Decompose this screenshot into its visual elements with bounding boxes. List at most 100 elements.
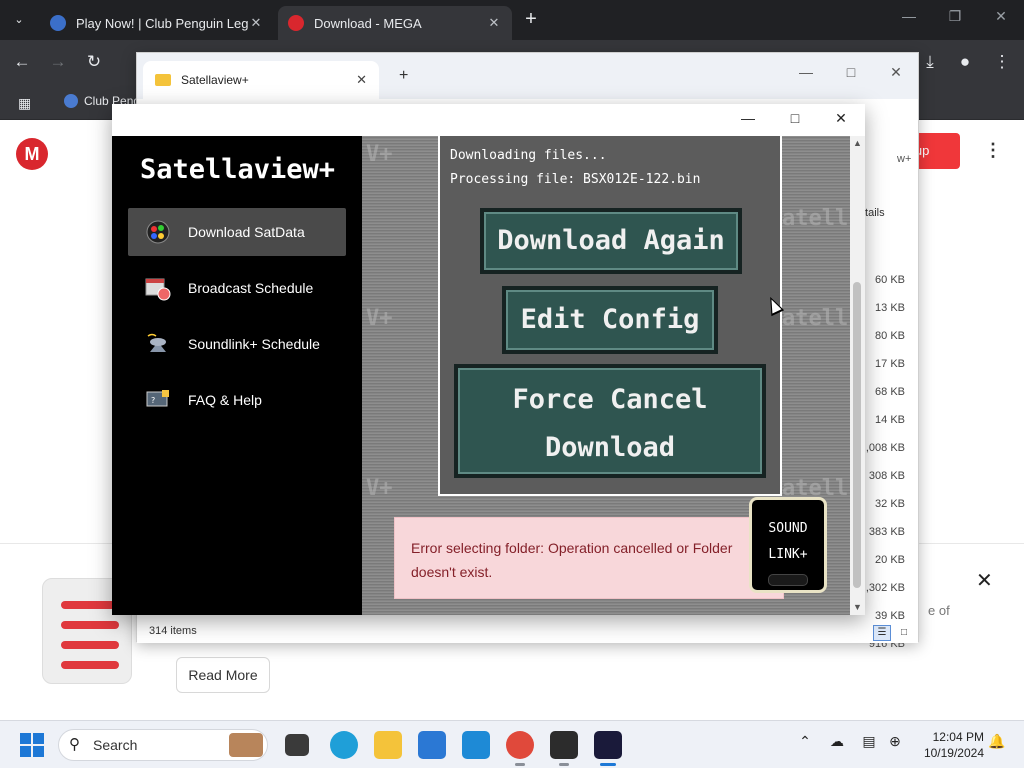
scrollbar[interactable]: ▲ ▼ [850, 136, 865, 615]
read-more-button[interactable]: Read More [176, 657, 270, 693]
search-icon: ⚲ [69, 736, 80, 753]
force-cancel-download-button[interactable]: Force Cancel Download [454, 364, 766, 478]
cloud-offline-icon[interactable]: ☁ [826, 733, 848, 750]
nav-faq-help[interactable]: ? FAQ & Help [128, 376, 346, 424]
minimize-icon[interactable]: — [736, 110, 760, 126]
cartridge-slot-icon [768, 574, 808, 586]
penguin-icon [64, 94, 78, 108]
edge-icon[interactable] [330, 731, 358, 759]
download-again-button[interactable]: Download Again [480, 208, 742, 274]
watermark-logo: V+ [366, 306, 393, 331]
file-explorer-icon[interactable] [374, 731, 402, 759]
grid-icon[interactable]: ▦ [18, 95, 31, 112]
explorer-tab[interactable]: Satellaview+ ✕ [143, 61, 379, 99]
log-line: Downloading files... [450, 148, 607, 163]
profile-icon[interactable]: ● [953, 52, 977, 72]
chevron-down-icon[interactable]: ⌄ [6, 8, 32, 32]
chevron-up-icon[interactable]: ⌃ [794, 733, 816, 750]
details-view-icon[interactable]: ☰ [873, 625, 891, 641]
reload-icon[interactable]: ↻ [83, 52, 105, 72]
tab-title: Download - MEGA [314, 15, 422, 31]
download-panel: Downloading files... Processing file: BS… [438, 136, 782, 496]
close-icon[interactable]: ✕ [829, 110, 853, 127]
scroll-up-icon[interactable]: ▲ [851, 138, 864, 148]
task-view-icon[interactable] [285, 734, 309, 756]
download-icon[interactable]: ⤓ [918, 52, 942, 72]
edit-config-button[interactable]: Edit Config [502, 286, 718, 354]
mail-icon[interactable] [462, 731, 490, 759]
nav-label: FAQ & Help [188, 392, 262, 408]
maximize-icon[interactable]: □ [783, 110, 807, 126]
close-icon[interactable]: ✕ [886, 64, 906, 81]
nav-download-satdata[interactable]: Download SatData [128, 208, 346, 256]
app-logo: Satellaview+ [140, 154, 336, 185]
close-icon[interactable]: ✕ [486, 15, 502, 31]
soundlink-widget[interactable]: SOUND LINK+ [749, 497, 827, 593]
satellaview-titlebar: — □ ✕ [112, 104, 865, 136]
explorer-statusbar: 314 items ☰ □ [137, 623, 918, 643]
close-icon[interactable]: ✕ [356, 72, 367, 88]
satellaview-app-icon[interactable] [594, 731, 622, 766]
mega-icon [288, 15, 304, 31]
download-log: Downloading files... Processing file: BS… [450, 144, 700, 192]
tab-title: Play Now! | Club Penguin Legacy [76, 15, 248, 31]
explorer-titlebar: Satellaview+ ✕ + — □ ✕ [137, 53, 918, 99]
log-line: Processing file: BSX012E-122.bin [450, 172, 701, 187]
kebab-icon[interactable]: ⋮ [984, 140, 1002, 161]
tiles-view-icon[interactable]: □ [895, 625, 913, 641]
restore-icon[interactable]: ❐ [940, 8, 970, 25]
browser-tab-club-penguin[interactable]: Play Now! | Club Penguin Legacy ✕ [40, 6, 274, 40]
close-icon[interactable]: ✕ [248, 15, 264, 31]
antenna-icon [144, 330, 172, 358]
satellaview-sidebar: Satellaview+ Download SatData Broadcast … [112, 136, 362, 615]
close-icon[interactable]: ✕ [986, 8, 1016, 25]
scroll-down-icon[interactable]: ▼ [851, 602, 864, 612]
penguin-icon [50, 15, 66, 31]
explorer-tab-title: Satellaview+ [181, 73, 249, 87]
satellite-dish-icon [144, 218, 172, 246]
soundlink-label: LINK+ [768, 547, 808, 562]
mega-logo[interactable]: M [16, 138, 48, 170]
minimize-icon[interactable]: — [796, 64, 816, 80]
terminal-icon[interactable] [550, 731, 578, 766]
nav-label: Soundlink+ Schedule [188, 336, 320, 352]
svg-text:?: ? [151, 396, 155, 405]
browser-tab-mega[interactable]: Download - MEGA ✕ [278, 6, 512, 40]
watermark-logo: V+ [366, 476, 393, 501]
store-icon[interactable] [418, 731, 446, 759]
help-board-icon: ? [144, 386, 172, 414]
kebab-icon[interactable]: ⋮ [990, 52, 1014, 72]
clock-date: 10/19/2024 [923, 746, 984, 760]
folder-icon [155, 74, 171, 86]
scrollbar-thumb[interactable] [853, 282, 861, 588]
item-count: 314 items [149, 625, 197, 637]
watermark-logo: V+ [366, 142, 393, 167]
nav-label: Download SatData [188, 224, 305, 240]
forward-icon[interactable]: → [47, 52, 69, 72]
display-icon[interactable]: ▤ [858, 733, 880, 750]
search-placeholder: Search [93, 737, 138, 753]
soundlink-label: SOUND [768, 521, 808, 536]
nav-label: Broadcast Schedule [188, 280, 314, 296]
promo-text: e of [928, 603, 950, 618]
nav-broadcast-schedule[interactable]: Broadcast Schedule [128, 264, 346, 312]
taskbar-clock[interactable]: 12:04 PM 10/19/2024 [914, 729, 984, 761]
taskbar-search[interactable]: ⚲ Search [58, 729, 268, 761]
chrome-icon[interactable] [506, 731, 534, 766]
new-tab-button[interactable]: + [399, 67, 408, 85]
satellaview-window: — □ ✕ Satellaview+ Download SatData Broa… [112, 104, 865, 615]
explorer-partial-header: w+ [897, 153, 912, 165]
network-icon[interactable]: ⊕ [884, 733, 906, 750]
calendar-icon [144, 274, 172, 302]
notification-bell-icon[interactable]: 🔔 [986, 733, 1008, 750]
close-icon[interactable]: ✕ [976, 568, 993, 593]
nav-soundlink-schedule[interactable]: Soundlink+ Schedule [128, 320, 346, 368]
new-tab-button[interactable]: + [520, 8, 542, 32]
minimize-icon[interactable]: — [894, 8, 924, 24]
watermark-logo: atell [782, 206, 849, 231]
clock-time: 12:04 PM [932, 730, 984, 744]
windows-start-icon[interactable] [20, 733, 44, 757]
windows-taskbar: ⚲ Search ⌃ ☁ ▤ ⊕ 12:04 PM 10/19/2024 🔔 [0, 720, 1024, 768]
maximize-icon[interactable]: □ [841, 64, 861, 80]
back-icon[interactable]: ← [11, 52, 33, 72]
